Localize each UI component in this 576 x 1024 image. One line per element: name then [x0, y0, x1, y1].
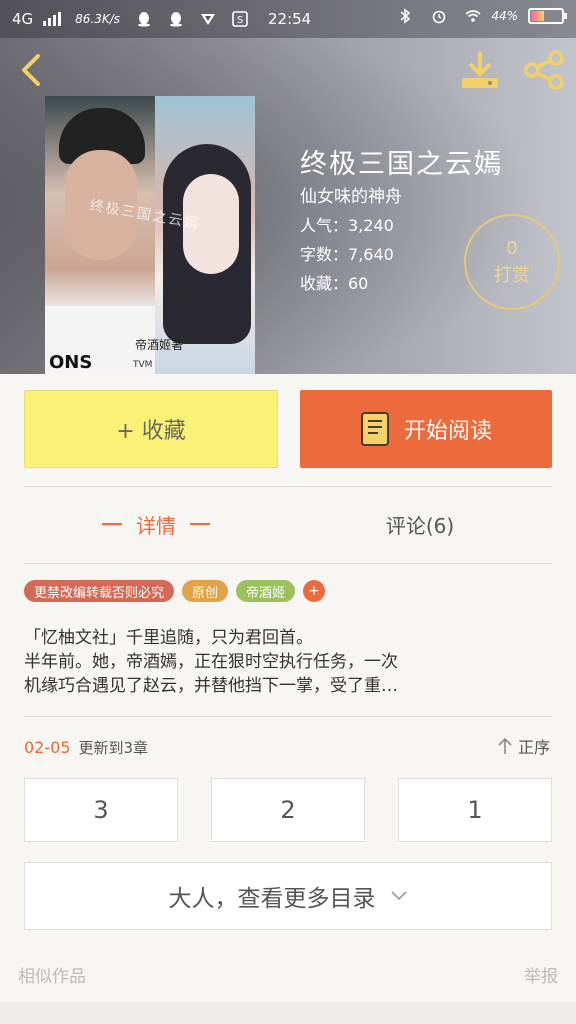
update-info: 02-05 更新到3章 正序 [24, 734, 552, 760]
back-button[interactable] [14, 50, 50, 90]
network-speed: 86.3K/s [75, 12, 121, 26]
synopsis-line: 「忆柚文社」千里追随，只为君回首。 [24, 628, 313, 648]
status-bar: 4G 86.3K/s S 22:54 44% [0, 0, 576, 38]
book-title: 终极三国之云嫣 [300, 149, 503, 180]
sort-order-button[interactable]: 正序 [498, 734, 550, 758]
chevron-down-icon [390, 891, 407, 901]
more-catalog-button[interactable]: 大人，查看更多目录 [24, 862, 552, 930]
chapter-button[interactable]: 2 [211, 778, 365, 842]
tab-comments[interactable]: 评论(6) [288, 500, 552, 548]
divider [24, 486, 552, 487]
book-header: 4G 86.3K/s S 22:54 44% 终极三国之云嫣 帝酒姬著 ONS … [0, 0, 576, 374]
qq-icon [138, 12, 151, 27]
popularity-stat: 人气：3,240 [300, 216, 394, 235]
divider [24, 563, 552, 564]
tip-label: 打赏 [494, 264, 530, 286]
word-count-stat: 字数：7,640 [300, 245, 394, 264]
synopsis-line: 机缘巧合遇见了赵云，并替他挡下一掌，受了重… [24, 676, 398, 696]
divider [24, 716, 552, 717]
tip-count: 0 [506, 237, 518, 259]
favorites-stat: 收藏：60 [300, 274, 369, 293]
cover-author-mark: 帝酒姬著 [135, 338, 184, 352]
tab-indicator [190, 523, 210, 525]
tab-details-label: 详情 [136, 513, 176, 538]
sort-label: 正序 [517, 738, 550, 757]
book-author[interactable]: 仙女味的神舟 [300, 182, 402, 207]
clock: 22:54 [268, 10, 312, 28]
network-type: 4G [12, 10, 34, 28]
update-text: 更新到3章 [78, 738, 149, 757]
svg-text:S: S [237, 15, 243, 26]
alarm-icon [433, 10, 446, 24]
tag-copyright[interactable]: 更禁改编转载否则必究 [24, 580, 175, 602]
update-date: 02-05 [24, 737, 71, 757]
similar-works-link[interactable]: 相似作品 [18, 962, 86, 987]
tab-details[interactable]: 详情 [24, 500, 288, 548]
chapter-button[interactable]: 3 [24, 778, 178, 842]
cover-print-small: TVM [133, 360, 153, 370]
wifi-icon [465, 10, 481, 22]
tag-list: 更禁改编转载否则必究 原创 帝酒姬 + [24, 580, 326, 602]
tip-button[interactable]: 0 打赏 [464, 214, 560, 310]
add-tag-button[interactable]: + [303, 580, 326, 602]
add-favorite-button[interactable]: + 收藏 [24, 390, 278, 468]
cover-print-text: ONS [49, 352, 93, 373]
report-link[interactable]: 举报 [524, 962, 558, 987]
synopsis-line: 半年前。她，帝酒嫣，正在狠时空执行任务，一次 [24, 652, 398, 672]
more-catalog-label: 大人，查看更多目录 [168, 886, 376, 912]
chevron-left-icon [22, 54, 40, 86]
tag-author[interactable]: 帝酒姬 [236, 580, 296, 602]
start-reading-label: 开始阅读 [403, 419, 492, 444]
download-icon [462, 52, 498, 88]
share-button[interactable] [520, 48, 568, 92]
tab-indicator [102, 523, 122, 525]
book-icon [360, 412, 389, 446]
synopsis[interactable]: 「忆柚文社」千里追随，只为君回首。 半年前。她，帝酒嫣，正在狠时空执行任务，一次… [24, 626, 552, 698]
battery-icon [528, 8, 567, 24]
chapter-button[interactable]: 1 [398, 778, 552, 842]
tag-original[interactable]: 原创 [182, 580, 229, 602]
arrow-up-icon [498, 737, 512, 754]
s-app-icon: S [232, 11, 248, 27]
share-icon [524, 50, 564, 90]
vpn-icon [201, 14, 216, 25]
signal-icon [43, 12, 62, 26]
book-cover[interactable]: 终极三国之云嫣 帝酒姬著 ONS TVM [45, 96, 255, 374]
download-button[interactable] [456, 48, 504, 92]
bottom-strip [0, 1002, 576, 1024]
start-reading-button[interactable]: 开始阅读 [300, 390, 552, 468]
battery-percent: 44% [491, 9, 518, 23]
qq-icon [170, 12, 183, 27]
bluetooth-icon [400, 8, 411, 24]
